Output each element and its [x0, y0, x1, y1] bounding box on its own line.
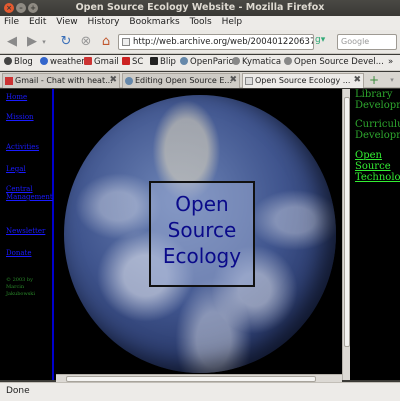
search-engine-icon[interactable]: g▾: [315, 35, 335, 49]
bookmark-openpario[interactable]: OpenPario: [180, 57, 234, 67]
reload-icon[interactable]: ↻: [58, 34, 74, 50]
sidebar-link-donate[interactable]: Donate: [6, 249, 31, 257]
weather-icon: [40, 57, 48, 65]
osd-icon: [284, 57, 292, 65]
site-favicon-icon: [122, 38, 130, 46]
history-dropdown-icon[interactable]: ▾: [40, 34, 48, 50]
right-link-open[interactable]: Open: [355, 150, 382, 161]
logo-line-3: Ecology: [162, 244, 242, 268]
right-column: Library Developm Curriculu Developm Open…: [350, 89, 400, 380]
bookmark-blog[interactable]: Blog: [4, 57, 33, 67]
logo-line-1: Open: [175, 192, 229, 216]
window-title: Open Source Ecology Website - Mozilla Fi…: [75, 2, 325, 13]
close-tab-icon[interactable]: ✖: [353, 74, 361, 87]
bookmark-weather[interactable]: weather: [40, 57, 85, 67]
menu-bookmarks[interactable]: Bookmarks: [125, 16, 182, 27]
vertical-scrollbar[interactable]: [342, 89, 350, 380]
sidebar-link-central-management[interactable]: Central Management: [6, 185, 53, 201]
back-icon[interactable]: ◀: [4, 34, 20, 50]
site-logo: Open Source Ecology: [149, 181, 255, 287]
tab-open-source-ecology[interactable]: Open Source Ecology ... ✖: [242, 73, 364, 88]
horizontal-scrollbar[interactable]: [56, 374, 342, 382]
gmail-icon: [84, 57, 92, 65]
blip-icon: [150, 57, 158, 65]
tab-bar: Gmail - Chat with heat... ✖ Editing Open…: [0, 72, 400, 88]
sidebar-link-legal[interactable]: Legal: [6, 165, 26, 173]
menu-tools[interactable]: Tools: [186, 16, 215, 27]
status-text: Done: [6, 386, 30, 396]
window-titlebar: × – + Open Source Ecology Website - Mozi…: [0, 0, 400, 16]
tab-list-icon[interactable]: ▾: [384, 72, 400, 88]
stop-icon[interactable]: ⊗: [78, 34, 94, 50]
bookmarks-toolbar: Blog weather Gmail SC Blip OpenPario Kym…: [0, 55, 400, 71]
menu-file[interactable]: File: [0, 16, 22, 27]
bookmark-kymatica[interactable]: Kymatica: [232, 57, 281, 67]
right-link-technology[interactable]: Technolo: [355, 172, 400, 183]
right-item-curriculum: Curriculu: [355, 119, 400, 130]
url-bar[interactable]: http://web.archive.org/web/2004012206372…: [118, 34, 314, 50]
bookmarks-overflow-icon[interactable]: »: [388, 57, 393, 67]
blog-icon: [4, 57, 12, 65]
menu-history[interactable]: History: [83, 16, 122, 27]
page-tab-icon: [245, 77, 253, 85]
home-icon[interactable]: ⌂: [98, 34, 114, 50]
sidebar-link-newsletter[interactable]: Newsletter: [6, 227, 45, 235]
search-input[interactable]: Google: [337, 34, 397, 50]
bookmark-sc[interactable]: SC: [122, 57, 143, 67]
kymatica-icon: [232, 57, 240, 65]
sidebar-link-activities[interactable]: Activities: [6, 143, 39, 151]
left-sidebar: Home Mission Activities Legal Central Ma…: [2, 89, 54, 380]
bookmark-gmail[interactable]: Gmail: [84, 57, 119, 67]
right-item-development-2: Developm: [355, 130, 400, 141]
tab-editing[interactable]: Editing Open Source E... ✖: [122, 73, 240, 88]
logo-line-2: Source: [167, 218, 237, 242]
gmail-tab-icon: [5, 77, 13, 85]
menu-help[interactable]: Help: [218, 16, 246, 27]
close-tab-icon[interactable]: ✖: [109, 74, 117, 87]
url-text: http://web.archive.org/web/2004012206372…: [133, 37, 314, 47]
menu-view[interactable]: View: [52, 16, 80, 27]
sc-icon: [122, 57, 130, 65]
menu-edit[interactable]: Edit: [25, 16, 49, 27]
close-tab-icon[interactable]: ✖: [229, 74, 237, 87]
forward-icon[interactable]: ▶: [24, 34, 40, 50]
menu-bar: File Edit View History Bookmarks Tools H…: [0, 16, 400, 30]
sidebar-link-home[interactable]: Home: [6, 93, 27, 101]
tab-gmail[interactable]: Gmail - Chat with heat... ✖: [2, 73, 120, 88]
bookmark-open-source-devel[interactable]: Open Source Devel...: [284, 57, 384, 67]
copyright-text: © 2003 by Marcin Jakubowski: [6, 277, 35, 297]
page-tab-icon: [125, 77, 133, 85]
right-item-library: Library: [355, 89, 393, 100]
sidebar-link-mission[interactable]: Mission: [6, 113, 34, 121]
new-tab-icon[interactable]: +: [366, 72, 382, 88]
right-link-source[interactable]: Source: [355, 161, 391, 172]
bookmark-blip[interactable]: Blip: [150, 57, 176, 67]
navigation-toolbar: ◀ ▶ ▾ ↻ ⊗ ⌂ http://web.archive.org/web/2…: [0, 30, 400, 54]
openpario-icon: [180, 57, 188, 65]
status-bar: Done: [0, 382, 400, 401]
right-item-development: Developm: [355, 100, 400, 111]
